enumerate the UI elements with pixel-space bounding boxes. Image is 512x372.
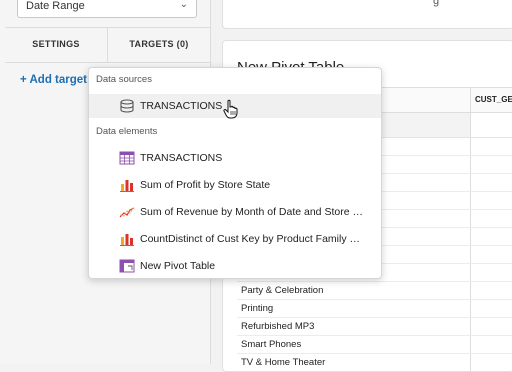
menu-item-label: TRANSACTIONS: [140, 100, 223, 112]
cell: [470, 282, 512, 299]
menu-item-label: New Pivot Table: [140, 260, 216, 272]
database-icon: [120, 99, 134, 113]
menu-item-label: TRANSACTIONS: [140, 152, 223, 164]
date-range-select[interactable]: Date Range ⌄: [17, 0, 197, 18]
menu-item-label: Sum of Revenue by Month of Date and Stor…: [140, 206, 363, 218]
section-label-data-elements: Data elements: [96, 126, 158, 137]
cell: [470, 113, 512, 137]
section-label-data-sources: Data sources: [96, 74, 152, 85]
menu-item-element-transactions[interactable]: TRANSACTIONS: [89, 146, 381, 170]
table-icon: [119, 151, 135, 165]
bar-chart-icon: [120, 234, 134, 246]
table-row: TV & Home Theater: [237, 354, 512, 371]
tab-targets[interactable]: TARGETS (0): [107, 28, 210, 62]
cell: [470, 354, 512, 371]
menu-item-new-pivot-table[interactable]: New Pivot Table: [89, 254, 381, 278]
cell: [470, 300, 512, 317]
hand-cursor-icon: [223, 99, 238, 119]
top-card-text: g: [433, 0, 440, 7]
row-label: Smart Phones: [241, 339, 302, 350]
row-label: Party & Celebration: [241, 285, 324, 296]
tab-bar: SETTINGS TARGETS (0): [5, 27, 210, 63]
cell: [470, 138, 512, 155]
menu-item-sum-revenue-by-month[interactable]: Sum of Revenue by Month of Date and Stor…: [89, 200, 381, 224]
cell: [470, 336, 512, 353]
column-header[interactable]: CUST_GE: [470, 88, 512, 112]
row-label: Refurbished MP3: [241, 321, 315, 332]
table-row: Printing: [237, 300, 512, 318]
table-row: Refurbished MP3: [237, 318, 512, 336]
menu-item-label: CountDistinct of Cust Key by Product Fam…: [140, 233, 360, 245]
line-chart-icon: [119, 206, 135, 218]
bar-chart-icon: [120, 180, 134, 192]
cell: [470, 246, 512, 263]
cell: [470, 210, 512, 227]
cell: [470, 156, 512, 173]
menu-item-label: Sum of Profit by Store State: [140, 179, 271, 191]
menu-item-countdistinct-cust-key[interactable]: CountDistinct of Cust Key by Product Fam…: [89, 227, 381, 251]
table-row: Smart Phones: [237, 336, 512, 354]
top-element-card[interactable]: g: [222, 0, 512, 29]
row-label: Printing: [241, 303, 274, 314]
menu-item-sum-profit-by-store-state[interactable]: Sum of Profit by Store State: [89, 173, 381, 197]
table-row: Party & Celebration: [237, 282, 512, 300]
cell: [470, 264, 512, 281]
cell: [470, 174, 512, 191]
add-target-button[interactable]: + Add target: [20, 74, 87, 86]
chevron-down-icon: ⌄: [179, 0, 188, 10]
tab-settings[interactable]: SETTINGS: [5, 28, 107, 62]
date-range-value: Date Range: [26, 0, 85, 12]
pivot-table-icon: [119, 259, 135, 273]
cell: [470, 228, 512, 245]
cell: [470, 192, 512, 209]
cell: [470, 318, 512, 335]
row-label: TV & Home Theater: [241, 357, 326, 368]
